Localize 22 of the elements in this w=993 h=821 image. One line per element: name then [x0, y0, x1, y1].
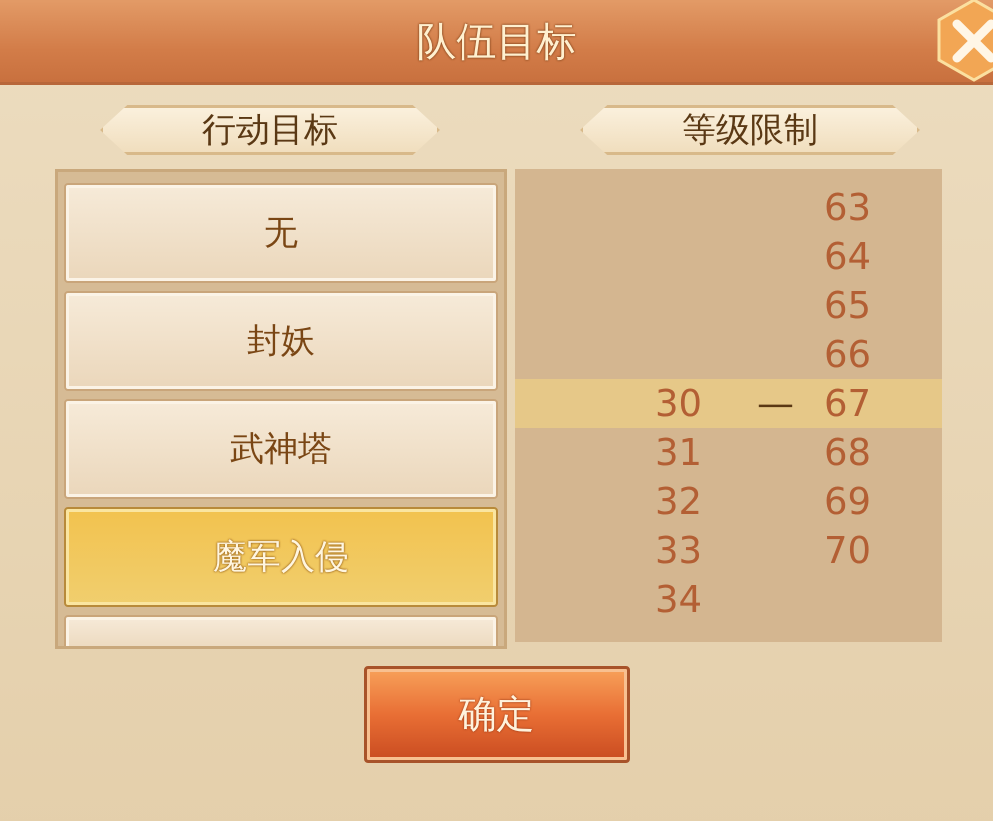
- min-level-option[interactable]: 32: [655, 477, 745, 526]
- min-level-option[interactable]: 31: [655, 428, 745, 477]
- max-level-option[interactable]: 69: [824, 477, 872, 526]
- max-level-option[interactable]: 68: [824, 428, 872, 477]
- range-separator: —: [757, 382, 795, 425]
- confirm-button[interactable]: 确定: [364, 666, 630, 763]
- close-icon: [937, 0, 993, 82]
- goal-item[interactable]: 无: [64, 183, 498, 283]
- goal-item[interactable]: 封妖: [64, 291, 498, 391]
- max-level-option[interactable]: 64: [824, 232, 872, 281]
- goal-item[interactable]: 武神塔: [64, 399, 498, 499]
- max-level-option[interactable]: 63: [824, 183, 872, 232]
- goal-item[interactable]: 魔军入侵: [64, 507, 498, 607]
- min-level-option[interactable]: 33: [655, 526, 745, 575]
- section-header: 行动目标: [100, 105, 440, 155]
- section-header: 等级限制: [580, 105, 920, 155]
- min-level-option[interactable]: 34: [655, 575, 745, 624]
- window-title: 队伍目标: [416, 18, 576, 66]
- max-level-option[interactable]: 70: [824, 526, 872, 575]
- max-level-option[interactable]: 66: [824, 330, 872, 379]
- close-button[interactable]: [937, 0, 993, 82]
- max-level-option[interactable]: 65: [824, 281, 872, 330]
